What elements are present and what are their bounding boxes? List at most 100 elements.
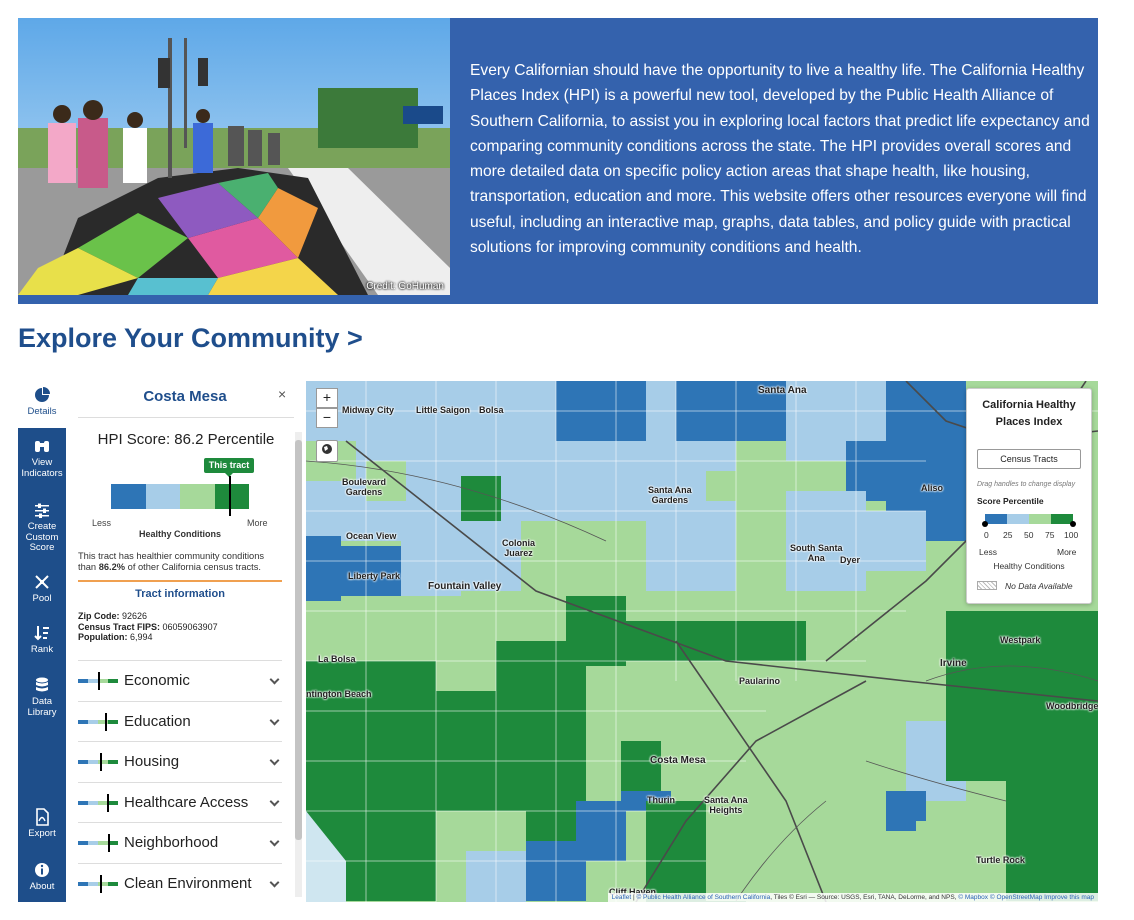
accordion-label: Clean Environment xyxy=(124,875,252,892)
chevron-down-icon[interactable] xyxy=(269,836,280,847)
sidebar-item-data-library[interactable]: Data Library xyxy=(18,675,66,718)
legend-quartile-3 xyxy=(1029,514,1051,524)
divider xyxy=(78,417,294,418)
zip-value: 92626 xyxy=(119,611,148,621)
score-percentile-label: Score Percentile xyxy=(977,496,1044,506)
fips-label: Census Tract FIPS: xyxy=(78,621,161,632)
details-panel: Costa Mesa × HPI Score: 86.2 Percentile … xyxy=(66,380,306,902)
sliders-icon xyxy=(35,503,49,518)
improve-map-link[interactable]: Improve this map xyxy=(1044,894,1094,901)
legend-handle-min[interactable] xyxy=(982,521,988,527)
explore-community-link[interactable]: Explore Your Community > xyxy=(18,323,363,354)
no-data-label: No Data Available xyxy=(1005,581,1073,591)
this-tract-tag: This tract xyxy=(204,458,254,473)
sidebar-item-create-custom-score[interactable]: Create Custom Score xyxy=(18,500,66,554)
legend-tick: 25 xyxy=(1003,530,1013,540)
map-label: Irvine xyxy=(940,658,967,669)
accordion-item[interactable]: Neighborhood xyxy=(78,822,282,862)
sidebar-item-label: About xyxy=(29,881,55,892)
mini-score-marker xyxy=(100,753,102,771)
map-attribution: Leaflet | © Public Health Alliance of So… xyxy=(607,893,1098,902)
legend-quartile-1 xyxy=(985,514,1007,524)
sidebar-item-label: Create xyxy=(27,521,57,532)
tract-information-heading: Tract information xyxy=(135,588,225,600)
map-label: Dyer xyxy=(840,555,861,565)
quartile-4 xyxy=(214,484,249,509)
map-label: Turtle Rock xyxy=(976,855,1025,865)
chevron-down-icon[interactable] xyxy=(269,674,280,685)
map-label: Santa Ana Gardens xyxy=(648,485,692,505)
accordion-item[interactable]: Education xyxy=(78,701,282,741)
scrollbar-thumb[interactable] xyxy=(295,440,302,840)
globe-glyph xyxy=(322,444,332,454)
sidebar-item-export[interactable]: Export xyxy=(18,807,66,840)
census-tracts-button[interactable]: Census Tracts xyxy=(977,449,1081,469)
legend-healthy-conditions: Healthy Conditions xyxy=(993,561,1065,571)
zoom-out-button[interactable]: − xyxy=(316,408,338,428)
close-icon[interactable]: × xyxy=(278,386,286,402)
legend-less: Less xyxy=(979,547,997,557)
sidebar-item-label: Export xyxy=(28,828,56,839)
map-label: ntington Beach xyxy=(306,689,372,699)
map-label: Midway City xyxy=(342,405,395,415)
sidebar-item-rank[interactable]: Rank xyxy=(18,623,66,656)
sidebar-item-label: Pool xyxy=(32,593,52,604)
less-label: Less xyxy=(92,518,112,528)
accordion-label: Housing xyxy=(124,753,180,770)
info-icon xyxy=(35,863,49,877)
osm-link[interactable]: © OpenStreetMap xyxy=(990,894,1042,901)
legend-more: More xyxy=(1057,547,1077,557)
map-label: Boulevard Gardens xyxy=(342,477,387,497)
map-label: Santa Ana Heights xyxy=(704,795,748,815)
map-legend: California Healthy Places Index Census T… xyxy=(966,388,1092,604)
map-label: Thurin xyxy=(647,795,675,805)
legend-handle-max[interactable] xyxy=(1070,521,1076,527)
mini-quartile-bar xyxy=(78,801,118,805)
sidebar-item-about[interactable]: About xyxy=(18,860,66,893)
street-crossing-photo xyxy=(18,18,450,295)
chevron-down-icon[interactable] xyxy=(269,755,280,766)
sidebar-item-view-indicators[interactable]: View Indicators xyxy=(18,436,66,479)
legend-tick: 75 xyxy=(1045,530,1055,540)
zoom-in-button[interactable]: + xyxy=(316,388,338,408)
accordion-item[interactable]: Economic xyxy=(78,660,282,700)
alliance-link[interactable]: © Public Health Alliance of Southern Cal… xyxy=(636,894,770,901)
binoculars-icon xyxy=(35,441,49,452)
accordion-item[interactable]: Clean Environment xyxy=(78,863,282,902)
accordion-item[interactable]: Housing xyxy=(78,741,282,781)
hpi-map[interactable]: Santa Ana Midway City Little Saigon Bolsa Bo… xyxy=(306,381,1098,902)
sidebar-item-label: Library xyxy=(27,706,57,718)
pool-arrows-icon xyxy=(35,575,49,589)
map-label: Costa Mesa xyxy=(650,755,706,766)
legend-quartile-2 xyxy=(1007,514,1029,524)
chevron-down-icon[interactable] xyxy=(269,715,280,726)
map-label: South Santa Ana xyxy=(790,543,843,563)
leaflet-link[interactable]: Leaflet xyxy=(612,894,632,901)
mapbox-link[interactable]: © Mapbox xyxy=(958,894,988,901)
accordion-item[interactable]: Healthcare Access xyxy=(78,782,282,822)
sidebar-item-pool[interactable]: Pool xyxy=(18,572,66,605)
chevron-down-icon[interactable] xyxy=(269,877,280,888)
hero-banner: Credit: GoHuman Every Californian should… xyxy=(18,18,1098,304)
no-data-swatch xyxy=(977,581,997,590)
score-marker xyxy=(229,476,231,516)
sidebar-rail: Details View Indicators Create Custom Sc… xyxy=(18,380,66,902)
population-value: 6,994 xyxy=(127,632,153,642)
section-divider xyxy=(78,580,282,582)
map-label: Little Saigon xyxy=(416,405,470,415)
sidebar-item-details[interactable]: Details xyxy=(18,385,66,418)
chevron-down-icon[interactable] xyxy=(269,796,280,807)
panel-scrollbar[interactable] xyxy=(295,432,302,897)
accordion-label: Neighborhood xyxy=(124,834,219,851)
hpi-score: HPI Score: 86.2 Percentile xyxy=(97,431,275,448)
hero-photo: Credit: GoHuman xyxy=(18,18,450,295)
map-label: Paularino xyxy=(739,676,781,686)
photo-credit: Credit: GoHuman xyxy=(366,281,444,292)
map-label: La Bolsa xyxy=(318,654,356,664)
globe-icon[interactable] xyxy=(316,440,338,462)
mini-quartile-bar xyxy=(78,841,118,845)
sidebar-item-label: Details xyxy=(27,406,57,417)
summary-percent: 86.2% xyxy=(98,562,126,572)
map-label: Liberty Park xyxy=(348,571,401,581)
map-label: Santa Ana xyxy=(758,385,807,396)
